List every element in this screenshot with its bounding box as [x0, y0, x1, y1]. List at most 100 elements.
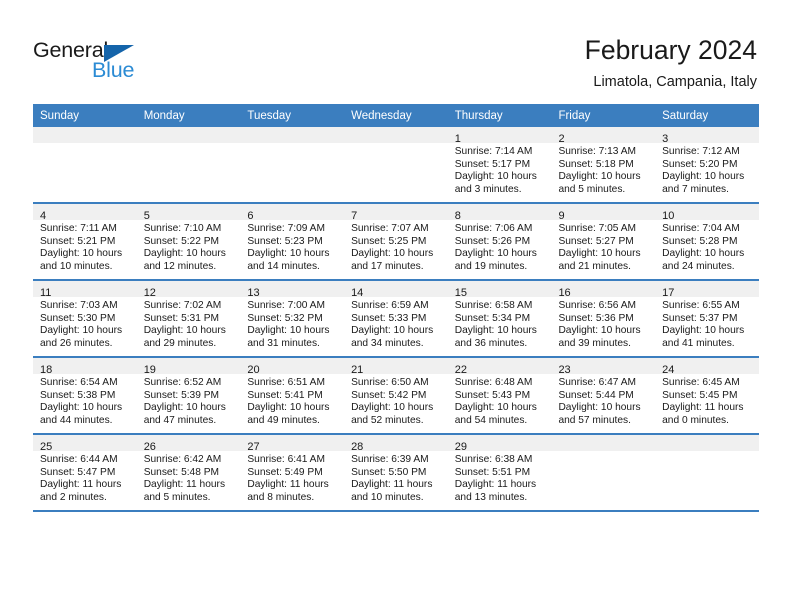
sunset-time: Sunset: 5:27 PM: [558, 235, 634, 247]
calendar-day-cell[interactable]: 16 Sunrise: 6:56 AM Sunset: 5:36 PM Dayligh…: [551, 280, 656, 358]
daylight-duration-line2: and 24 minutes.: [662, 260, 735, 272]
sunrise-time: Sunrise: 6:42 AM: [143, 454, 222, 465]
day-number-band: 12: [136, 281, 241, 299]
day-number-band: 11: [33, 281, 137, 299]
day-number-band: 29: [447, 435, 552, 453]
sunset-time: Sunset: 5:47 PM: [40, 466, 116, 478]
daylight-duration-line2: and 47 minutes.: [143, 414, 217, 426]
daylight-duration-line2: and 10 minutes.: [351, 491, 424, 503]
calendar-day-cell[interactable]: 14 Sunrise: 6:59 AM Sunset: 5:33 PM Dayligh…: [344, 280, 448, 358]
calendar-day-cell[interactable]: 26 Sunrise: 6:42 AM Sunset: 5:48 PM Dayligh…: [136, 434, 241, 512]
daylight-duration-line1: Daylight: 10 hours: [558, 248, 641, 260]
weekday-header-sunday: Sunday: [33, 104, 137, 127]
calendar-week-row: 4 Sunrise: 7:11 AM Sunset: 5:21 PM Daylight…: [33, 203, 759, 281]
sunset-time: Sunset: 5:17 PM: [454, 158, 531, 170]
calendar-day-cell[interactable]: 21 Sunrise: 6:50 AM Sunset: 5:42 PM Dayligh…: [344, 357, 448, 435]
sunrise-time: Sunrise: 6:59 AM: [351, 300, 429, 311]
day-details: Sunrise: 7:03 AM Sunset: 5:30 PM Daylight:…: [33, 297, 137, 350]
calendar-day-cell[interactable]: 15 Sunrise: 6:58 AM Sunset: 5:34 PM Dayligh…: [447, 280, 552, 358]
daylight-duration-line2: and 5 minutes.: [558, 183, 626, 195]
daylight-duration-line1: Daylight: 10 hours: [143, 325, 226, 337]
sunset-time: Sunset: 5:38 PM: [40, 389, 116, 401]
sunset-time: Sunset: 5:41 PM: [247, 389, 323, 401]
calendar-day-cell[interactable]: 6 Sunrise: 7:09 AM Sunset: 5:23 PM Daylight…: [240, 203, 345, 281]
sunset-time: Sunset: 5:30 PM: [40, 312, 116, 324]
sunset-time: Sunset: 5:28 PM: [662, 235, 738, 247]
day-details: Sunrise: 7:09 AM Sunset: 5:23 PM Daylight:…: [240, 220, 344, 273]
day-number: 3: [662, 133, 669, 145]
calendar-day-cell[interactable]: 3 Sunrise: 7:12 AM Sunset: 5:20 PM Daylight…: [655, 127, 759, 204]
calendar-day-cell[interactable]: 23 Sunrise: 6:47 AM Sunset: 5:44 PM Dayligh…: [551, 357, 656, 435]
daylight-duration-line1: Daylight: 10 hours: [558, 325, 641, 337]
sunset-time: Sunset: 5:42 PM: [351, 389, 427, 401]
sunrise-time: Sunrise: 7:05 AM: [558, 223, 637, 234]
day-details: Sunrise: 7:06 AM Sunset: 5:26 PM Daylight:…: [448, 220, 552, 273]
calendar-day-cell[interactable]: 17 Sunrise: 6:55 AM Sunset: 5:37 PM Dayligh…: [655, 280, 759, 358]
day-details: Sunrise: 6:55 AM Sunset: 5:37 PM Daylight:…: [655, 297, 759, 350]
calendar-day-cell[interactable]: 11 Sunrise: 7:03 AM Sunset: 5:30 PM Dayligh…: [33, 280, 137, 358]
calendar-day-cell[interactable]: 9 Sunrise: 7:05 AM Sunset: 5:27 PM Daylight…: [551, 203, 656, 281]
day-number-band: 5: [136, 204, 241, 222]
calendar-day-cell[interactable]: 10 Sunrise: 7:04 AM Sunset: 5:28 PM Dayligh…: [655, 203, 759, 281]
daylight-duration-line1: Daylight: 10 hours: [351, 248, 434, 260]
calendar-day-cell[interactable]: 8 Sunrise: 7:06 AM Sunset: 5:26 PM Daylight…: [447, 203, 552, 281]
day-number-band: 10: [655, 204, 759, 222]
daylight-duration-line1: Daylight: 10 hours: [40, 248, 123, 260]
day-details: Sunrise: 6:59 AM Sunset: 5:33 PM Daylight:…: [344, 297, 448, 350]
day-number: 6: [247, 210, 254, 222]
sunset-time: Sunset: 5:21 PM: [40, 235, 116, 247]
calendar-day-cell[interactable]: 22 Sunrise: 6:48 AM Sunset: 5:43 PM Dayligh…: [447, 357, 552, 435]
calendar-day-cell[interactable]: 20 Sunrise: 6:51 AM Sunset: 5:41 PM Dayligh…: [240, 357, 345, 435]
day-number: 20: [247, 364, 260, 376]
calendar-day-cell[interactable]: 13 Sunrise: 7:00 AM Sunset: 5:32 PM Dayligh…: [240, 280, 345, 358]
day-number: 22: [454, 364, 467, 376]
day-details: Sunrise: 6:48 AM Sunset: 5:43 PM Daylight:…: [448, 374, 552, 427]
calendar-day-cell[interactable]: 28 Sunrise: 6:39 AM Sunset: 5:50 PM Dayligh…: [344, 434, 448, 512]
calendar-day-cell[interactable]: 1 Sunrise: 7:14 AM Sunset: 5:17 PM Daylight…: [447, 127, 552, 204]
calendar-day-cell[interactable]: 29 Sunrise: 6:38 AM Sunset: 5:51 PM Dayligh…: [447, 434, 552, 512]
calendar-day-cell[interactable]: 5 Sunrise: 7:10 AM Sunset: 5:22 PM Daylight…: [136, 203, 241, 281]
day-number: 26: [143, 441, 156, 453]
sunset-time: Sunset: 5:22 PM: [143, 235, 220, 247]
daylight-duration-line1: Daylight: 10 hours: [40, 325, 123, 337]
general-blue-logo: General Blue: [33, 38, 163, 84]
day-number-band: 2: [551, 127, 656, 145]
calendar-day-cell[interactable]: 12 Sunrise: 7:02 AM Sunset: 5:31 PM Dayligh…: [136, 280, 241, 358]
day-number-band: 28: [344, 435, 448, 453]
day-number: 28: [351, 441, 364, 453]
calendar-day-cell[interactable]: 27 Sunrise: 6:41 AM Sunset: 5:49 PM Dayligh…: [240, 434, 345, 512]
day-details: Sunrise: 6:42 AM Sunset: 5:48 PM Daylight:…: [137, 451, 241, 504]
calendar-day-cell[interactable]: 24 Sunrise: 6:45 AM Sunset: 5:45 PM Dayligh…: [655, 357, 759, 435]
day-details: Sunrise: 7:12 AM Sunset: 5:20 PM Daylight:…: [655, 143, 759, 196]
day-details: Sunrise: 6:51 AM Sunset: 5:41 PM Daylight:…: [240, 374, 344, 427]
daylight-duration-line1: Daylight: 10 hours: [558, 171, 641, 183]
calendar-day-cell[interactable]: 2 Sunrise: 7:13 AM Sunset: 5:18 PM Daylight…: [551, 127, 656, 204]
day-number-band: [344, 127, 448, 143]
sunrise-time: Sunrise: 7:14 AM: [454, 146, 533, 157]
daylight-duration-line2: and 54 minutes.: [454, 414, 528, 426]
day-number: 25: [40, 441, 53, 453]
day-details: Sunrise: 6:41 AM Sunset: 5:49 PM Daylight:…: [240, 451, 344, 504]
daylight-duration-line2: and 17 minutes.: [351, 260, 424, 272]
day-number-band: 17: [655, 281, 759, 299]
calendar-day-cell[interactable]: 7 Sunrise: 7:07 AM Sunset: 5:25 PM Daylight…: [344, 203, 448, 281]
day-details: Sunrise: 6:47 AM Sunset: 5:44 PM Daylight:…: [551, 374, 655, 427]
sunset-time: Sunset: 5:26 PM: [454, 235, 531, 247]
calendar-day-cell[interactable]: 18 Sunrise: 6:54 AM Sunset: 5:38 PM Dayligh…: [33, 357, 137, 435]
daylight-duration-line2: and 41 minutes.: [662, 337, 735, 349]
day-details: Sunrise: 6:54 AM Sunset: 5:38 PM Daylight:…: [33, 374, 137, 427]
day-number: 15: [454, 287, 467, 299]
daylight-duration-line2: and 26 minutes.: [40, 337, 113, 349]
day-number: 9: [558, 210, 565, 222]
calendar-day-cell[interactable]: 25 Sunrise: 6:44 AM Sunset: 5:47 PM Dayligh…: [33, 434, 137, 512]
day-details: Sunrise: 6:45 AM Sunset: 5:45 PM Daylight:…: [655, 374, 759, 427]
calendar-day-cell-empty: [240, 127, 345, 204]
sunrise-time: Sunrise: 7:13 AM: [558, 146, 637, 157]
day-number: 18: [40, 364, 53, 376]
calendar-day-cell[interactable]: 4 Sunrise: 7:11 AM Sunset: 5:21 PM Daylight…: [33, 203, 137, 281]
day-number: 16: [558, 287, 571, 299]
day-number-band: 22: [447, 358, 552, 376]
calendar-day-cell[interactable]: 19 Sunrise: 6:52 AM Sunset: 5:39 PM Dayligh…: [136, 357, 241, 435]
weekday-header-monday: Monday: [136, 104, 241, 127]
day-number-band: 3: [655, 127, 759, 145]
